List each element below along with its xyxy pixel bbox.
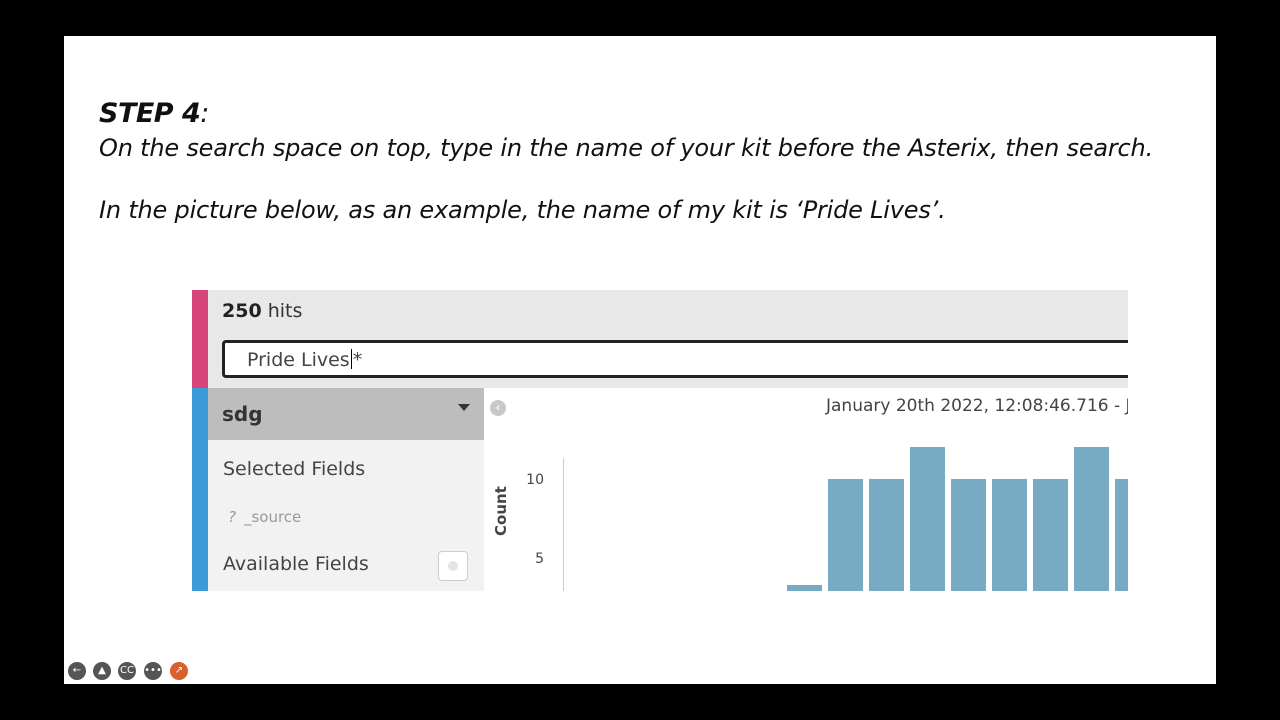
caret-down-icon[interactable] — [458, 404, 470, 411]
instruction-line-2: In the picture below, as an example, the… — [99, 196, 946, 224]
source-field-name: _source — [243, 508, 302, 526]
top-bar: 250 hits Pride Lives * — [192, 290, 1128, 388]
selected-fields-heading: Selected Fields — [223, 458, 366, 480]
step-colon: : — [200, 98, 209, 129]
pointer-icon[interactable]: ↗ — [170, 662, 188, 680]
captions-icon[interactable]: CC — [118, 662, 136, 680]
date-range: January 20th 2022, 12:08:46.716 - Jar — [826, 396, 1128, 416]
histogram-bar[interactable] — [910, 447, 945, 591]
hits-number: 250 — [222, 300, 262, 322]
y-tick-5: 5 — [535, 551, 544, 567]
search-query-text: Pride Lives — [247, 349, 350, 371]
search-wildcard: * — [352, 349, 363, 371]
histogram-bar[interactable] — [1033, 479, 1068, 591]
index-pattern-selector[interactable]: sdg — [208, 388, 484, 440]
field-sidebar: sdg Selected Fields ? _source Available F… — [208, 388, 484, 591]
hits-count: 250 hits — [222, 300, 302, 322]
more-icon[interactable]: ••• — [144, 662, 162, 680]
step-label: STEP 4 — [99, 98, 201, 129]
histogram-bar[interactable] — [951, 479, 986, 591]
kibana-screenshot: 250 hits Pride Lives * sdg Selected Field… — [192, 290, 1128, 591]
histogram-bar[interactable] — [1115, 479, 1128, 591]
y-axis-line — [563, 458, 564, 591]
instruction-line-1: On the search space on top, type in the … — [99, 134, 1153, 162]
hits-label: hits — [261, 300, 303, 322]
pink-accent-strip — [192, 290, 208, 388]
histogram-bar[interactable] — [787, 585, 822, 591]
histogram-bar[interactable] — [1074, 447, 1109, 591]
source-field[interactable]: ? _source — [228, 508, 301, 526]
field-settings-button[interactable] — [438, 551, 468, 581]
back-icon[interactable]: ← — [68, 662, 86, 680]
histogram-panel: ‹ January 20th 2022, 12:08:46.716 - Jar … — [484, 388, 1128, 591]
index-pattern-name: sdg — [222, 402, 263, 426]
histogram-bar[interactable] — [992, 479, 1027, 591]
y-axis-title: Count — [492, 486, 510, 536]
blue-accent-strip — [192, 388, 208, 591]
search-input[interactable]: Pride Lives * — [222, 340, 1128, 378]
text-caret — [350, 349, 352, 369]
slide: STEP 4: On the search space on top, type… — [64, 36, 1216, 684]
histogram-bar[interactable] — [828, 479, 863, 591]
y-tick-10: 10 — [526, 472, 544, 488]
available-fields-heading: Available Fields — [223, 553, 369, 575]
histogram-bar[interactable] — [869, 479, 904, 591]
pen-icon[interactable]: ▲ — [93, 662, 111, 680]
field-type-icon: ? — [228, 508, 236, 526]
search-query: Pride Lives * — [247, 349, 362, 371]
chevron-left-icon[interactable]: ‹ — [490, 400, 506, 416]
step-heading: STEP 4: — [99, 98, 209, 129]
